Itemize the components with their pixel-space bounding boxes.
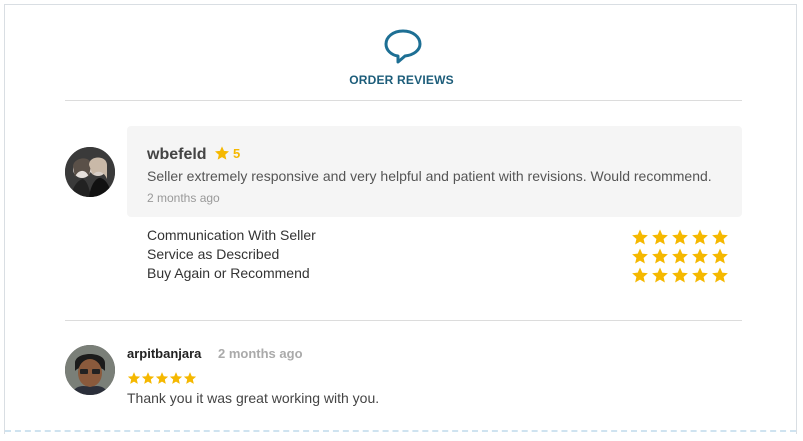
star-icon bbox=[712, 267, 728, 283]
criterion-stars bbox=[631, 228, 729, 246]
star-icon bbox=[632, 229, 648, 245]
criterion-stars bbox=[631, 266, 729, 284]
star-icon bbox=[155, 372, 169, 384]
review-bubble: wbefeld 5 Seller extremely responsive an… bbox=[127, 126, 742, 217]
review-time: 2 months ago bbox=[218, 346, 303, 361]
star-icon bbox=[632, 267, 648, 283]
star-icon bbox=[692, 267, 708, 283]
header-divider bbox=[65, 100, 742, 101]
review-stars bbox=[127, 371, 197, 385]
criterion-stars bbox=[631, 247, 729, 265]
star-icon bbox=[692, 229, 708, 245]
star-icon bbox=[712, 248, 728, 264]
star-icon bbox=[712, 229, 728, 245]
star-icon bbox=[672, 229, 688, 245]
star-icon bbox=[652, 248, 668, 264]
speech-bubble-icon bbox=[384, 29, 422, 64]
review-divider bbox=[65, 320, 742, 321]
review-text: Seller extremely responsive and very hel… bbox=[147, 168, 712, 184]
rating-value: 5 bbox=[233, 145, 241, 161]
star-icon bbox=[652, 267, 668, 283]
star-icon bbox=[183, 372, 197, 384]
reviewer-name[interactable]: arpitbanjara bbox=[127, 346, 201, 361]
star-icon bbox=[632, 248, 648, 264]
section-title: ORDER REVIEWS bbox=[349, 73, 454, 87]
review-rating: 5 bbox=[214, 145, 240, 161]
avatar-arpitbanjara[interactable] bbox=[65, 345, 115, 395]
star-icon bbox=[652, 229, 668, 245]
star-icon bbox=[141, 372, 155, 384]
criterion-label: Buy Again or Recommend bbox=[147, 265, 310, 281]
reviews-panel bbox=[4, 4, 797, 434]
star-icon bbox=[169, 372, 183, 384]
star-icon bbox=[672, 267, 688, 283]
star-icon bbox=[215, 146, 229, 160]
star-icon bbox=[127, 372, 141, 384]
avatar-wbefeld[interactable] bbox=[65, 147, 115, 197]
star-icon bbox=[692, 248, 708, 264]
star-icon bbox=[672, 248, 688, 264]
criterion-label: Service as Described bbox=[147, 246, 280, 262]
review-time: 2 months ago bbox=[147, 191, 220, 205]
review-text: Thank you it was great working with you. bbox=[127, 390, 380, 406]
dashed-bottom-border bbox=[5, 430, 796, 432]
reviewer-name[interactable]: wbefeld bbox=[147, 146, 207, 164]
criterion-label: Communication With Seller bbox=[147, 227, 316, 243]
